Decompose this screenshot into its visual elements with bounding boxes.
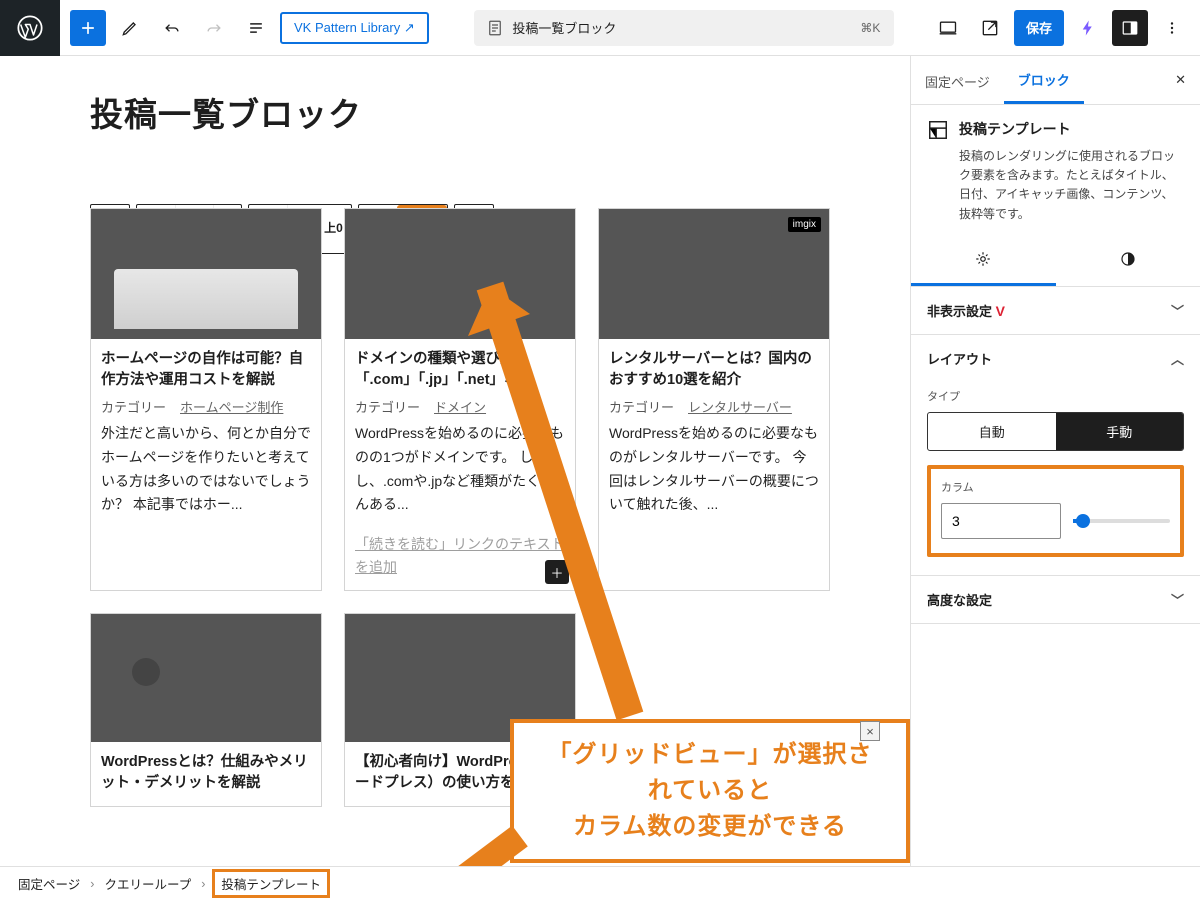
wordpress-icon [16,14,44,42]
type-manual[interactable]: 手動 [1056,413,1184,450]
editor-canvas: 投稿一覧ブロック ※上0 [0,56,910,866]
block-breadcrumb: 固定ページ › クエリーループ › 投稿テンプレート [0,866,1200,900]
type-segmented: 自動 手動 [927,412,1184,451]
settings-sidebar-toggle[interactable] [1112,10,1148,46]
jetpack-button[interactable] [1070,10,1106,46]
breadcrumb-item-current[interactable]: 投稿テンプレート [215,872,327,895]
column-control-highlight: カラム [927,465,1184,557]
post-thumbnail [91,209,321,339]
type-label: タイプ [927,388,1184,404]
redo-button[interactable] [196,10,232,46]
readmore-placeholder[interactable]: 「続きを読む」リンクのテキストを追加 [355,533,565,578]
page-title: 投稿一覧ブロック [90,88,880,136]
type-auto[interactable]: 自動 [928,413,1056,450]
device-icon [938,18,958,38]
wp-logo[interactable] [0,0,60,56]
post-title: レンタルサーバーとは？国内のおすすめ10選を紹介 [609,349,819,391]
post-card[interactable]: imgix レンタルサーバーとは？国内のおすすめ10選を紹介 カテゴリーレンタル… [598,208,830,591]
undo-icon [162,18,182,38]
external-icon [980,18,1000,38]
add-block-inline[interactable]: ＋ [545,560,569,584]
post-thumbnail [91,614,321,742]
subtab-settings[interactable] [911,238,1056,286]
top-toolbar: VK Pattern Library ↗ 投稿一覧ブロック ⌘K 保存 [0,0,1200,56]
post-excerpt: WordPressを始めるのに必要なものがレンタルサーバーです。 今回はレンタル… [609,422,819,517]
post-card[interactable]: ホームページの自作は可能？自作方法や運用コストを解説 カテゴリーホームページ制作… [90,208,322,591]
dismiss-notice[interactable]: × [860,721,880,741]
post-excerpt: 外注だと高いから、何とか自分でホームページを作りたいと考えている方は多いのではな… [101,422,311,517]
edit-mode-button[interactable] [112,10,148,46]
contrast-icon [1119,250,1137,268]
breadcrumb-item[interactable]: クエリーループ [104,874,191,893]
annotation-callout: 「グリッドビュー」が選択されていると カラム数の変更ができる [510,719,910,863]
section-hidden[interactable]: 非表示設定 V﹀ [911,287,1200,334]
plus-icon [78,18,98,38]
open-external-button[interactable] [972,10,1008,46]
kebab-icon [1163,19,1181,37]
post-thumbnail: imgix [599,209,829,339]
list-icon [246,18,266,38]
sidebar-icon [1121,19,1139,37]
undo-button[interactable] [154,10,190,46]
bolt-icon [1079,19,1097,37]
subtab-styles[interactable] [1056,238,1200,286]
column-slider[interactable] [1073,519,1170,523]
gear-icon [974,250,992,268]
settings-sidebar: 固定ページ ブロック ✕ 投稿テンプレート 投稿のレンダリングに使用されるブロッ… [910,56,1200,866]
vk-pattern-library-link[interactable]: VK Pattern Library ↗ [280,12,429,44]
post-title: ホームページの自作は可能？自作方法や運用コストを解説 [101,349,311,391]
add-block-button[interactable] [70,10,106,46]
page-icon [486,19,504,37]
column-label: カラム [941,479,1170,495]
post-title: WordPressとは？仕組みやメリット・デメリットを解説 [101,752,311,794]
more-options-button[interactable] [1154,10,1190,46]
close-sidebar-button[interactable]: ✕ [1161,62,1200,98]
redo-icon [204,18,224,38]
post-excerpt: WordPressを始めるのに必要なものの1つがドメインです。 しかし、.com… [355,422,565,517]
post-thumbnail [345,209,575,339]
post-category-link[interactable]: ドメイン [434,397,486,416]
template-icon [927,119,949,141]
save-button[interactable]: 保存 [1014,10,1064,46]
post-title: ドメインの種類や選び方！「.com」「.jp」「.net」など [355,349,565,391]
pencil-icon [120,18,140,38]
post-card[interactable]: ドメインの種類や選び方！「.com」「.jp」「.net」など カテゴリードメイ… [344,208,576,591]
block-name: 投稿テンプレート [959,119,1071,139]
block-description: 投稿のレンダリングに使用されるブロック要素を含みます。たとえばタイトル、日付、ア… [911,145,1200,238]
section-advanced[interactable]: 高度な設定﹀ [911,576,1200,623]
post-category-link[interactable]: ホームページ制作 [180,397,283,416]
section-layout[interactable]: レイアウト︿ [911,335,1200,382]
device-preview-button[interactable] [930,10,966,46]
command-shortcut: ⌘K [860,21,880,35]
post-category-link[interactable]: レンタルサーバー [688,397,792,416]
tab-block[interactable]: ブロック [1004,56,1084,104]
tab-page[interactable]: 固定ページ [911,58,1004,103]
document-overview-button[interactable] [238,10,274,46]
document-title: 投稿一覧ブロック [512,18,616,37]
document-title-bar[interactable]: 投稿一覧ブロック ⌘K [439,10,930,46]
breadcrumb-item[interactable]: 固定ページ [18,874,80,893]
post-card[interactable]: WordPressとは？仕組みやメリット・デメリットを解説 [90,613,322,807]
column-input[interactable] [941,503,1061,539]
